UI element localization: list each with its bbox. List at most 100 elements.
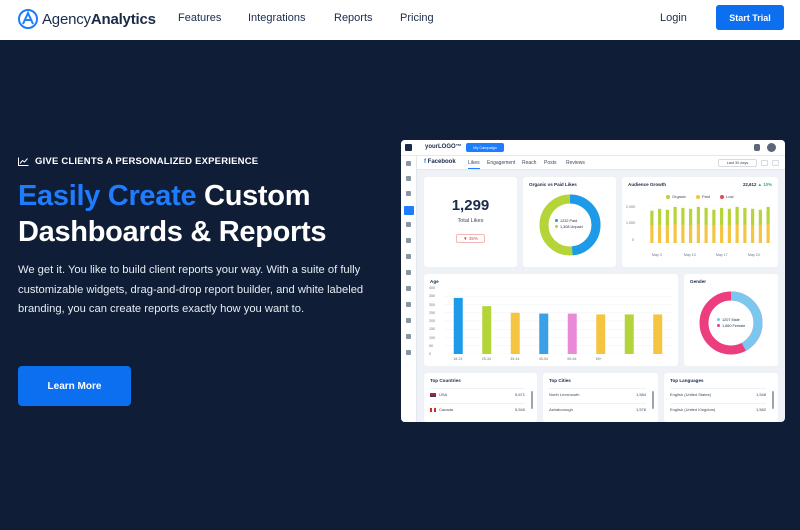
age-ytick: 300	[429, 302, 435, 307]
organic-bar	[689, 208, 693, 226]
table-row: English (United States) 1,548	[670, 388, 766, 400]
age-xlabel: 18-24	[453, 357, 463, 361]
age-xlabel: 25-34	[481, 357, 491, 361]
sidebar-icon	[406, 286, 411, 291]
sidebar-icon	[406, 270, 411, 275]
lost-bar	[650, 225, 654, 243]
dashboard-topbar: yourLOGO™ My Campaign	[401, 140, 785, 156]
organic-bar	[696, 206, 700, 224]
audience-ytick: 1,000	[626, 221, 635, 225]
date-range-picker: Last 30 days	[718, 159, 757, 167]
sidebar-icon	[406, 161, 411, 166]
top-countries-card: Top Countries USA 5,671 Canada 5,540	[424, 373, 537, 422]
scrollbar	[652, 391, 654, 409]
notification-icon	[754, 144, 760, 151]
audience-ytick: 2,000	[626, 205, 635, 209]
organic-bar	[766, 206, 770, 224]
age-ytick: 350	[429, 294, 435, 299]
age-bar	[567, 313, 577, 354]
sidebar-icon	[406, 254, 411, 259]
organic-paid-legend: 1232 Paid 1,308 Unpaid	[555, 218, 583, 230]
share-icon	[761, 160, 768, 166]
age-bar	[653, 314, 663, 354]
canada-flag-icon	[430, 407, 436, 412]
audience-ytick: 0	[632, 238, 634, 242]
lost-bar	[712, 225, 716, 243]
learn-more-button[interactable]: Learn More	[18, 366, 131, 406]
sidebar-icon-active	[404, 206, 414, 215]
sidebar-icon	[406, 191, 411, 196]
hero-eyebrow: GIVE CLIENTS A PERSONALIZED EXPERIENCE	[18, 156, 258, 167]
organic-bar	[720, 207, 724, 225]
lost-bar	[743, 224, 747, 243]
age-ytick: 100	[429, 335, 435, 340]
nav-link-pricing[interactable]: Pricing	[400, 12, 434, 24]
organic-bar	[681, 207, 685, 225]
scrollbar	[772, 391, 774, 409]
audience-xlabel: May 3	[652, 253, 662, 257]
age-bar	[624, 314, 634, 354]
lost-bar	[658, 224, 662, 243]
tab-reviews: Reviews	[566, 160, 585, 166]
age-ytick: 400	[429, 286, 435, 290]
age-xlabel: 45-54	[538, 357, 548, 361]
sidebar-icon	[406, 350, 411, 355]
age-ytick: 0	[429, 352, 431, 356]
top-cities-card: Top Cities North Lexxmouth 1,584 Ashabor…	[543, 373, 658, 422]
trending-chart-icon	[18, 157, 29, 166]
brand-name: AgencyAnalytics	[42, 10, 156, 28]
table-row: USA 5,671	[430, 388, 525, 400]
total-likes-card: 1,299 Total Likes ▼ 35%	[424, 177, 517, 267]
usa-flag-icon	[430, 392, 436, 397]
sidebar-icon	[406, 302, 411, 307]
dashboard-tabs: f Facebook Likes Engagement Reach Posts …	[417, 156, 785, 170]
nav-link-reports[interactable]: Reports	[334, 12, 373, 24]
total-likes-change-badge: ▼ 35%	[456, 234, 485, 243]
start-trial-button[interactable]: Start Trial	[716, 5, 784, 30]
sidebar-icon	[406, 318, 411, 323]
nav-link-integrations[interactable]: Integrations	[248, 12, 305, 24]
audience-growth-card: Audience Growth 22,612 ▲ 10% Organic Pai…	[622, 177, 778, 267]
organic-bar	[665, 209, 669, 226]
age-bar	[539, 313, 549, 354]
sidebar-icon	[406, 334, 411, 339]
gender-legend: 1207 Male 1,660 Female	[717, 317, 745, 329]
audience-xlabel: May 17	[716, 253, 728, 257]
nav-link-features[interactable]: Features	[178, 12, 221, 24]
hero-title-accent: Easily Create	[18, 180, 197, 212]
gender-title: Gender	[690, 279, 707, 284]
lost-bar	[689, 225, 693, 243]
lost-bar	[681, 224, 685, 243]
dashboard-preview: yourLOGO™ My Campaign f Facebook Likes E…	[401, 140, 785, 422]
lost-bar	[751, 225, 755, 243]
age-ytick: 150	[429, 327, 435, 332]
scrollbar	[531, 391, 533, 409]
login-link[interactable]: Login	[660, 12, 687, 24]
age-ytick: 50	[429, 343, 433, 348]
brand-logo-icon	[18, 9, 38, 29]
home-icon	[405, 144, 412, 151]
audience-xlabel: May 24	[748, 253, 760, 257]
avatar	[767, 143, 776, 152]
top-languages-card: Top Languages English (United States) 1,…	[664, 373, 778, 422]
audience-growth-title: Audience Growth	[628, 182, 667, 187]
table-row: Canada 5,540	[430, 403, 525, 415]
campaign-selector: My Campaign	[466, 143, 504, 152]
sidebar-icon	[406, 222, 411, 227]
hero-title-part-1: Custom	[204, 180, 311, 212]
brand-logo[interactable]: AgencyAnalytics	[18, 8, 156, 30]
lost-bar	[758, 224, 762, 243]
lost-bar	[727, 225, 731, 243]
hero-description: We get it. You like to build client repo…	[18, 264, 364, 316]
top-navigation: AgencyAnalytics Features Integrations Re…	[0, 0, 800, 40]
sidebar-icon	[406, 238, 411, 243]
organic-paid-card: Organic vs Paid Likes 1232 Paid 1,308 Un…	[523, 177, 616, 267]
age-bar	[596, 314, 606, 354]
lost-bar	[720, 224, 724, 243]
tab-posts: Posts	[544, 160, 557, 166]
audience-growth-chart	[648, 205, 772, 243]
total-likes-value: 1,299	[451, 197, 490, 214]
tab-likes: Likes	[468, 160, 480, 169]
organic-bar	[727, 208, 731, 226]
age-card: Age 400 350 300 250 200 150 100 50 0 18-24 25-34 3…	[424, 274, 678, 366]
